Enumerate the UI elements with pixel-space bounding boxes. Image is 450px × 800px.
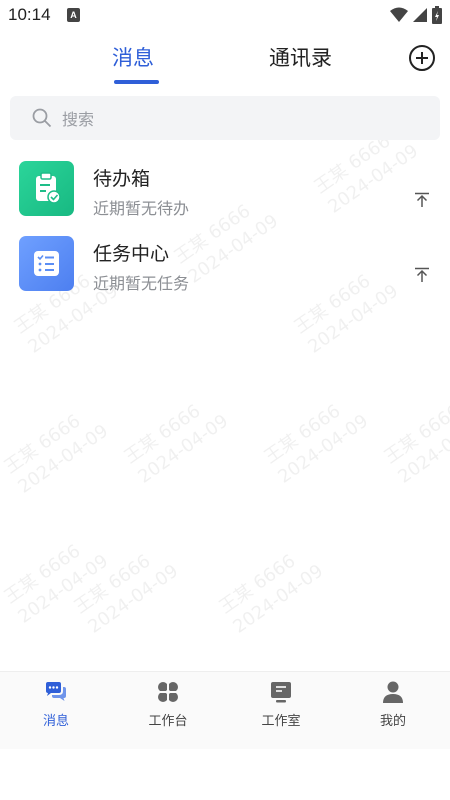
- item-subtitle: 近期暂无待办: [93, 199, 190, 218]
- watermark-text: 王某 6666 2024-04-09: [120, 400, 233, 488]
- pin-top-icon[interactable]: [414, 267, 430, 283]
- watermark-text: 王某 6666 2024-04-09: [0, 540, 113, 628]
- nav-label: 我的: [379, 714, 406, 729]
- active-tab-indicator: [114, 80, 159, 84]
- monitor-icon: [271, 682, 291, 703]
- battery-icon: [432, 6, 442, 24]
- notification-icon: A: [67, 8, 80, 22]
- nav-label: 消息: [42, 714, 69, 729]
- person-icon: [383, 681, 403, 703]
- item-title: 任务中心: [93, 243, 170, 265]
- item-subtitle: 近期暂无任务: [93, 274, 190, 293]
- nav-studio[interactable]: 工作室: [236, 680, 326, 729]
- search-placeholder: 搜索: [62, 110, 95, 129]
- watermark-text: 王某 6666 2024-04-09: [70, 550, 183, 638]
- signal-icon: [413, 8, 427, 22]
- status-time: 10:14: [8, 5, 51, 24]
- task-list-icon: [19, 236, 74, 291]
- pin-top-icon[interactable]: [414, 192, 430, 208]
- nav-label: 工作室: [261, 714, 301, 729]
- status-icons: [390, 6, 442, 24]
- search-input[interactable]: 搜索: [10, 96, 440, 140]
- chat-bubbles-icon: [46, 682, 66, 701]
- nav-label: 工作台: [148, 714, 188, 729]
- list-item-tasks[interactable]: 任务中心 近期暂无任务: [0, 227, 450, 299]
- bottom-nav: 消息 工作台 工作室 我的: [0, 671, 450, 749]
- four-petals-icon: [156, 680, 180, 704]
- list-item-todo[interactable]: 待办箱 近期暂无待办: [0, 152, 450, 224]
- nav-mine[interactable]: 我的: [348, 680, 438, 729]
- clipboard-check-icon: [19, 161, 74, 216]
- watermark-text: 王某 6666 2024-04-09: [0, 410, 113, 498]
- watermark-text: 王某 6666 2024-04-09: [260, 400, 373, 488]
- add-circle-icon[interactable]: [408, 44, 436, 72]
- watermark-text: 王某 6666 2024-04-09: [215, 550, 328, 638]
- top-tab-bar: 消息 通讯录: [0, 32, 450, 92]
- nav-messages[interactable]: 消息: [11, 680, 101, 729]
- watermark-text: 王某 6666 2024-04-09: [380, 400, 450, 488]
- item-title: 待办箱: [93, 168, 151, 190]
- search-icon: [32, 108, 52, 128]
- tab-contacts[interactable]: 通讯录: [269, 42, 332, 72]
- status-bar: 10:14 A: [0, 0, 450, 32]
- nav-workbench[interactable]: 工作台: [123, 680, 213, 729]
- wifi-icon: [390, 7, 408, 22]
- tab-messages[interactable]: 消息: [112, 42, 154, 72]
